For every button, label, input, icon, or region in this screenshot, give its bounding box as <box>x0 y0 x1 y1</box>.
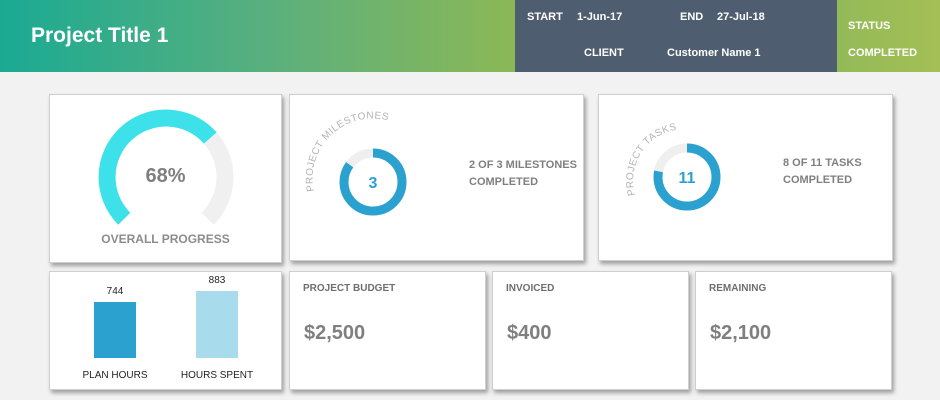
tasks-count: 11 <box>679 170 696 187</box>
tasks-summary-line2: COMPLETED <box>783 174 853 186</box>
status-band: STATUS COMPLETED <box>837 0 940 72</box>
project-title: Project Title 1 <box>31 24 169 47</box>
client-label: CLIENT <box>584 47 624 59</box>
start-date: 1-Jun-17 <box>577 11 623 23</box>
project-info-band: START 1-Jun-17 END 27-Jul-18 CLIENT Cust… <box>515 0 837 72</box>
dashboard-header: Project Title 1 START 1-Jun-17 END 27-Ju… <box>0 0 940 72</box>
plan-hours-value: 744 <box>106 286 124 297</box>
remaining-value: $2,100 <box>710 322 772 344</box>
invoiced-value: $400 <box>507 322 552 344</box>
milestones-summary-line1: 2 OF 3 MILESTONES <box>469 159 577 171</box>
overall-progress-card: 68% OVERALL PROGRESS <box>49 94 282 263</box>
invoiced-card: INVOICED $400 <box>492 271 689 390</box>
hours-spent-bar <box>196 291 238 358</box>
plan-hours-label: PLAN HOURS <box>82 370 148 381</box>
tasks-summary-line1: 8 OF 11 TASKS <box>783 157 862 169</box>
progress-label: OVERALL PROGRESS <box>101 232 230 246</box>
budget-label: PROJECT BUDGET <box>303 283 396 294</box>
tasks-ring: PROJECT TASKS 11 <box>625 122 721 211</box>
project-budget-card: PROJECT BUDGET $2,500 <box>289 271 486 390</box>
milestones-summary: 2 OF 3 MILESTONES COMPLETED <box>469 157 577 191</box>
hours-card: 744 883 PLAN HOURS HOURS SPENT <box>49 271 282 390</box>
plan-hours-bar <box>94 302 136 358</box>
tasks-card: PROJECT TASKS 11 8 OF 11 TASKS COMPLETED <box>598 94 893 261</box>
hours-spent-label: HOURS SPENT <box>180 370 254 381</box>
hours-spent-value: 883 <box>208 275 226 286</box>
milestones-ring: PROJECT MILESTONES 3 <box>305 110 407 216</box>
milestones-card: PROJECT MILESTONES 3 2 OF 3 MILESTONES C… <box>289 94 584 261</box>
remaining-card: REMAINING $2,100 <box>695 271 892 390</box>
status-value: COMPLETED <box>848 47 918 59</box>
tasks-summary: 8 OF 11 TASKS COMPLETED <box>783 155 862 189</box>
end-label: END <box>680 11 704 23</box>
start-label: START <box>527 11 563 23</box>
status-label: STATUS <box>848 20 891 32</box>
progress-percent: 68% <box>145 165 186 187</box>
end-date: 27-Jul-18 <box>717 11 765 23</box>
milestones-summary-line2: COMPLETED <box>469 176 539 188</box>
title-band: Project Title 1 <box>0 0 515 72</box>
invoiced-label: INVOICED <box>506 283 555 294</box>
budget-value: $2,500 <box>304 322 366 344</box>
milestones-count: 3 <box>369 175 378 192</box>
remaining-label: REMAINING <box>709 283 767 294</box>
client-name: Customer Name 1 <box>667 47 761 59</box>
